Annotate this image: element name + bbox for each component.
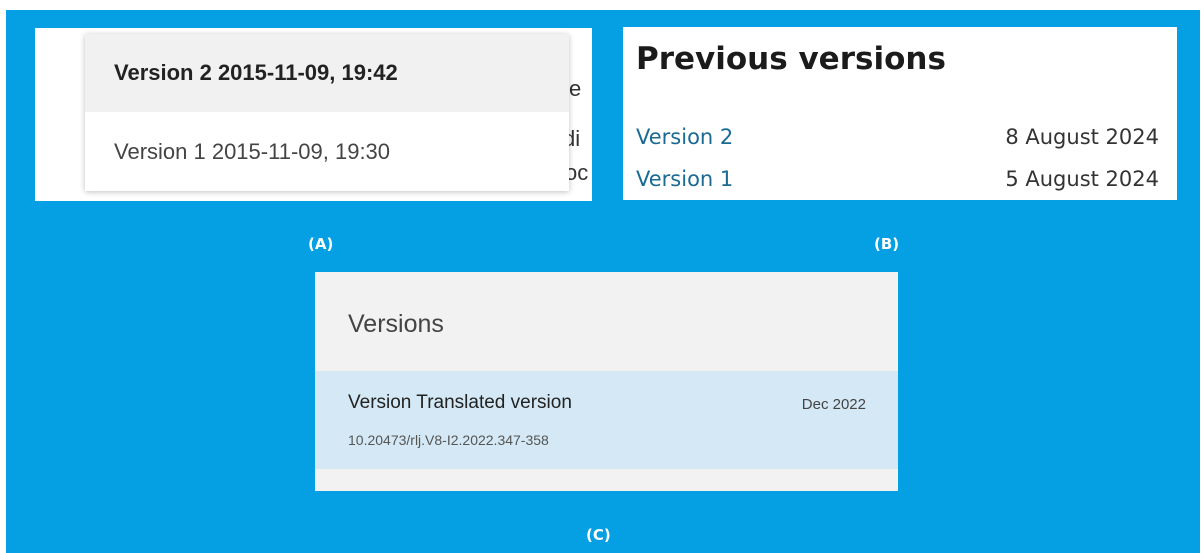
panel-c-versions-card: Versions Version Translated version Dec … bbox=[315, 272, 898, 491]
version-date: 5 August 2024 bbox=[1005, 167, 1159, 191]
version-date: 8 August 2024 bbox=[1005, 125, 1159, 149]
version-dropdown-menu: Version 2 2015-11-09, 19:42 Version 1 20… bbox=[85, 34, 569, 191]
version-list-item[interactable]: Version Translated version Dec 2022 10.2… bbox=[315, 371, 898, 469]
panel-label-a: (A) bbox=[308, 235, 334, 253]
previous-versions-title: Previous versions bbox=[636, 41, 946, 77]
panel-a-version-dropdown: e di oc Version 2 2015-11-09, 19:42 Vers… bbox=[35, 28, 592, 201]
background-text-fragment: e bbox=[569, 76, 582, 101]
panel-label-b: (B) bbox=[874, 235, 900, 253]
version-2-link[interactable]: Version 2 bbox=[636, 125, 733, 149]
version-doi: 10.20473/rlj.V8-I2.2022.347-358 bbox=[348, 432, 549, 448]
version-1-link[interactable]: Version 1 bbox=[636, 167, 733, 191]
menu-item-version-1[interactable]: Version 1 2015-11-09, 19:30 bbox=[85, 112, 569, 191]
versions-heading: Versions bbox=[348, 310, 444, 338]
panel-b-previous-versions: Previous versions Version 2 8 August 202… bbox=[623, 27, 1177, 200]
panel-label-c: (C) bbox=[586, 526, 611, 544]
version-row: Version 2 8 August 2024 bbox=[636, 122, 1159, 152]
version-name: Version Translated version bbox=[348, 392, 572, 413]
menu-item-version-2[interactable]: Version 2 2015-11-09, 19:42 bbox=[85, 34, 569, 112]
version-date: Dec 2022 bbox=[801, 396, 866, 413]
version-row: Version 1 5 August 2024 bbox=[636, 164, 1159, 194]
figure-canvas: e di oc Version 2 2015-11-09, 19:42 Vers… bbox=[6, 10, 1200, 553]
